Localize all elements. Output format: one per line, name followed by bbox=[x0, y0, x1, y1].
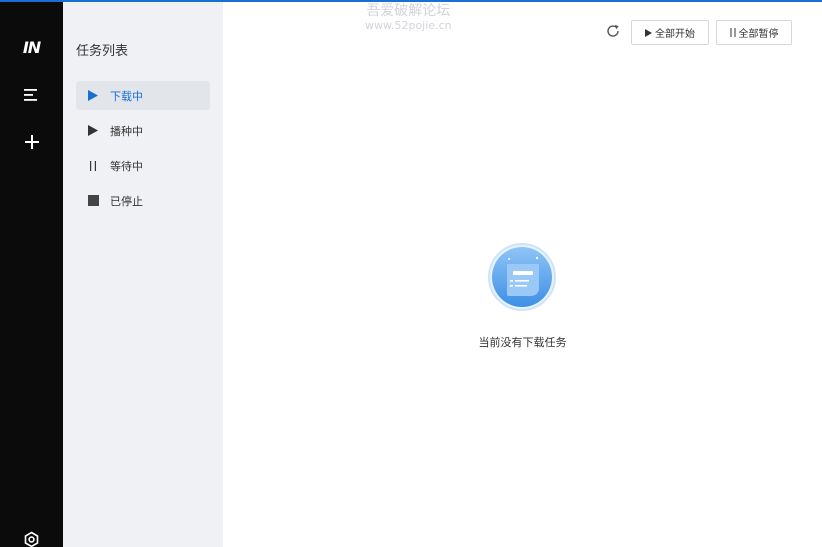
task-filter-stopped[interactable]: 已停止 bbox=[76, 186, 210, 215]
empty-task-illustration bbox=[488, 243, 556, 311]
pause-icon bbox=[730, 28, 735, 37]
pause-all-label: 全部暂停 bbox=[738, 29, 779, 40]
settings-icon[interactable] bbox=[23, 531, 40, 547]
stop-icon bbox=[76, 195, 110, 206]
task-filter-label: 播种中 bbox=[110, 124, 143, 138]
watermark-url: www.52pojie.cn bbox=[365, 19, 452, 32]
task-filter-label: 下载中 bbox=[110, 89, 143, 103]
start-all-button[interactable]: 全部开始 bbox=[631, 20, 709, 45]
watermark-title: 吾爱破解论坛 bbox=[366, 3, 451, 19]
start-all-label: 全部开始 bbox=[655, 29, 695, 40]
play-icon bbox=[76, 125, 110, 136]
empty-state-message: 当前没有下载任务 bbox=[478, 336, 567, 349]
panel-title: 任务列表 bbox=[76, 44, 129, 59]
menu-icon[interactable] bbox=[24, 88, 39, 102]
task-filter-label: 等待中 bbox=[110, 159, 143, 173]
pause-all-button[interactable]: 全部暂停 bbox=[716, 20, 792, 45]
plus-icon[interactable] bbox=[24, 134, 40, 150]
task-filter-waiting[interactable]: 等待中 bbox=[76, 151, 210, 180]
task-list-panel: 任务列表 下载中 播种中 等待中 已停止 bbox=[63, 2, 223, 547]
task-filter-downloading[interactable]: 下载中 bbox=[76, 81, 210, 110]
nav-rail: IN bbox=[0, 2, 63, 547]
play-icon bbox=[645, 28, 652, 37]
pause-icon bbox=[76, 160, 110, 171]
app-window: IN 任务列表 下载中 播种中 等待中 已停止 吾爱破解论坛 www.52poj… bbox=[0, 0, 822, 547]
app-logo: IN bbox=[22, 38, 41, 57]
refresh-icon[interactable] bbox=[604, 22, 622, 40]
play-icon bbox=[76, 90, 110, 101]
task-filter-label: 已停止 bbox=[110, 194, 143, 208]
task-filter-seeding[interactable]: 播种中 bbox=[76, 116, 210, 145]
main-content: 吾爱破解论坛 www.52pojie.cn 全部开始 全部暂停 当前没有下载任务 bbox=[223, 2, 822, 547]
watermark: 吾爱破解论坛 www.52pojie.cn bbox=[365, 3, 452, 33]
